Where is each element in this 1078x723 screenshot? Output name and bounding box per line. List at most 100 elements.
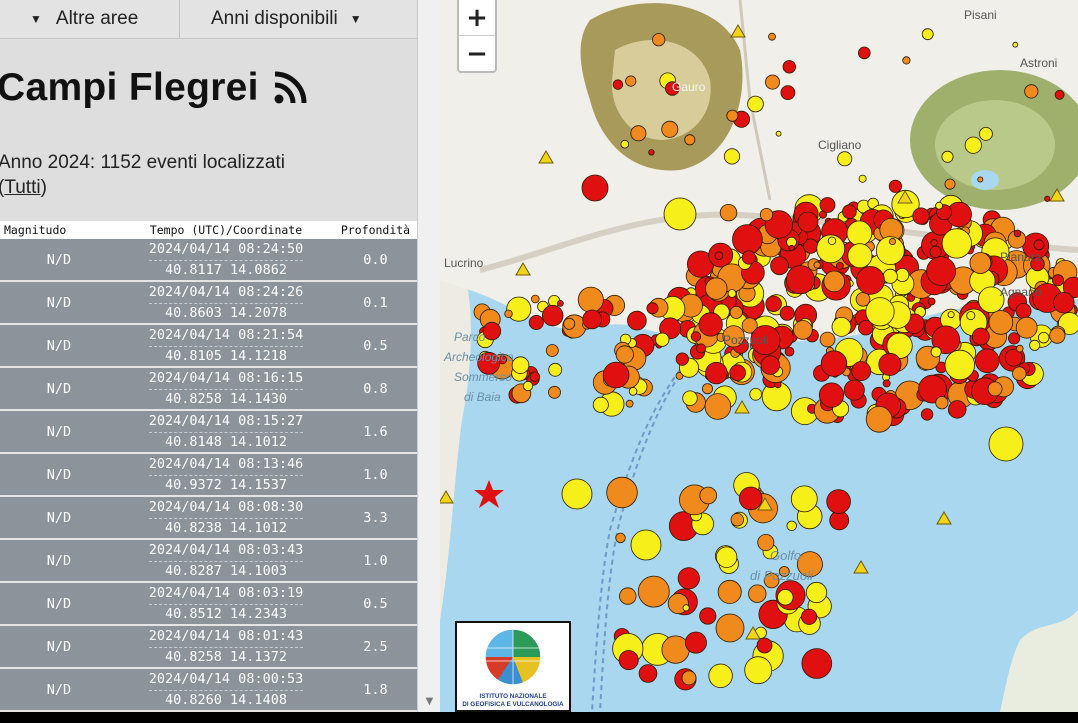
seismic-event-marker[interactable] bbox=[717, 579, 742, 604]
seismic-event-marker[interactable] bbox=[648, 149, 655, 156]
seismic-event-marker[interactable] bbox=[1013, 229, 1022, 238]
seismic-event-marker[interactable] bbox=[541, 304, 564, 327]
table-row[interactable]: N/D 2024/04/14 08:01:43 40.8258 14.1372 2.5 bbox=[0, 626, 417, 669]
seismic-event-marker[interactable] bbox=[1038, 332, 1050, 344]
seismic-event-marker[interactable] bbox=[627, 310, 647, 331]
seismic-station-icon[interactable] bbox=[734, 400, 750, 414]
seismic-event-marker[interactable] bbox=[744, 656, 773, 685]
seismic-event-marker[interactable] bbox=[851, 361, 872, 382]
seismic-event-marker[interactable] bbox=[865, 405, 893, 433]
seismic-event-marker[interactable] bbox=[529, 371, 541, 382]
seismic-event-marker[interactable] bbox=[882, 379, 891, 388]
zoom-in-button[interactable]: + bbox=[459, 0, 495, 36]
table-row[interactable]: N/D 2024/04/14 08:08:30 40.8238 14.1012 3.3 bbox=[0, 497, 417, 540]
seismic-event-marker[interactable] bbox=[944, 349, 976, 381]
seismic-event-marker[interactable] bbox=[528, 314, 544, 330]
seismic-event-marker[interactable] bbox=[548, 362, 563, 377]
seismic-event-marker[interactable] bbox=[823, 270, 846, 293]
seismic-event-marker[interactable] bbox=[1015, 316, 1038, 339]
seismic-event-marker[interactable] bbox=[577, 286, 604, 313]
rss-feed-icon[interactable] bbox=[273, 71, 307, 105]
seismic-event-marker[interactable] bbox=[966, 311, 976, 321]
seismic-event-marker[interactable] bbox=[531, 294, 540, 304]
seismic-event-marker[interactable] bbox=[545, 344, 559, 357]
seismic-event-marker[interactable] bbox=[699, 486, 718, 505]
seismic-event-marker[interactable] bbox=[1015, 302, 1032, 319]
seismic-event-marker[interactable] bbox=[948, 400, 967, 419]
seismic-event-marker[interactable] bbox=[777, 589, 794, 606]
seismic-event-marker[interactable] bbox=[842, 204, 857, 220]
seismic-event-marker[interactable] bbox=[625, 75, 637, 87]
seismic-event-marker[interactable] bbox=[741, 250, 756, 265]
seismic-event-marker[interactable] bbox=[620, 139, 630, 149]
seismic-event-marker[interactable] bbox=[682, 390, 698, 406]
seismic-event-marker[interactable] bbox=[504, 309, 513, 318]
table-row[interactable]: N/D 2024/04/14 08:03:43 40.8287 14.1003 1.0 bbox=[0, 540, 417, 583]
seismic-event-marker[interactable] bbox=[684, 631, 707, 654]
seismic-event-marker[interactable] bbox=[788, 244, 795, 252]
seismic-event-marker[interactable] bbox=[522, 380, 534, 392]
seismic-event-marker[interactable] bbox=[548, 385, 561, 399]
seismic-event-marker[interactable] bbox=[602, 361, 630, 389]
seismic-event-marker[interactable] bbox=[1012, 366, 1027, 381]
seismic-event-marker[interactable] bbox=[705, 277, 728, 300]
seismic-event-marker[interactable] bbox=[756, 637, 773, 654]
seismic-event-marker[interactable] bbox=[964, 136, 982, 154]
seismic-event-marker[interactable] bbox=[749, 387, 763, 401]
seismic-event-marker[interactable] bbox=[677, 567, 700, 590]
seismic-event-marker[interactable] bbox=[652, 33, 666, 47]
seismic-event-marker[interactable] bbox=[684, 134, 696, 146]
seismic-event-marker[interactable] bbox=[988, 426, 1024, 462]
seismic-event-marker[interactable] bbox=[820, 350, 848, 377]
zoom-out-button[interactable]: − bbox=[459, 36, 495, 71]
table-row[interactable]: N/D 2024/04/14 08:16:15 40.8258 14.1430 0.8 bbox=[0, 368, 417, 411]
seismic-event-marker[interactable] bbox=[969, 252, 992, 274]
seismic-event-marker[interactable] bbox=[843, 379, 865, 401]
panel-scrollbar[interactable]: ▼ bbox=[417, 0, 440, 712]
seismic-event-marker[interactable] bbox=[765, 295, 782, 313]
seismic-event-marker[interactable] bbox=[557, 299, 564, 307]
table-row[interactable]: N/D 2024/04/14 08:03:19 40.8512 14.2343 0.5 bbox=[0, 583, 417, 626]
seismic-event-marker[interactable] bbox=[797, 211, 819, 233]
table-row[interactable]: N/D 2024/04/14 08:24:26 40.8603 14.2078 0.1 bbox=[0, 282, 417, 325]
seismic-event-marker[interactable] bbox=[941, 228, 972, 259]
earthquake-map[interactable]: Pisani Astroni Gauro Cigliano Lucrino Po… bbox=[440, 0, 1078, 712]
seismic-event-marker[interactable] bbox=[690, 331, 702, 342]
seismic-event-marker[interactable] bbox=[628, 387, 638, 396]
seismic-event-marker[interactable] bbox=[764, 74, 780, 90]
seismic-event-marker[interactable] bbox=[882, 268, 898, 284]
seismic-event-marker[interactable] bbox=[801, 648, 833, 679]
seismic-event-marker[interactable] bbox=[857, 46, 871, 60]
seismic-event-marker[interactable] bbox=[768, 32, 776, 41]
seismic-event-marker[interactable] bbox=[747, 95, 764, 113]
seismic-event-marker[interactable] bbox=[921, 28, 934, 41]
seismic-event-marker[interactable] bbox=[715, 613, 745, 643]
seismic-event-marker[interactable] bbox=[661, 635, 690, 664]
table-row[interactable]: N/D 2024/04/14 08:15:27 40.8148 14.1012 1.6 bbox=[0, 411, 417, 454]
seismic-event-marker[interactable] bbox=[826, 489, 851, 514]
seismic-event-marker[interactable] bbox=[847, 243, 873, 269]
seismic-event-marker[interactable] bbox=[1015, 344, 1024, 353]
seismic-event-marker[interactable] bbox=[726, 109, 739, 122]
seismic-event-marker[interactable] bbox=[813, 261, 821, 269]
seismic-event-marker[interactable] bbox=[619, 587, 637, 605]
seismic-event-marker[interactable] bbox=[561, 478, 593, 510]
seismic-event-marker[interactable] bbox=[927, 297, 936, 306]
seismic-event-marker[interactable] bbox=[941, 150, 954, 163]
seismic-event-marker[interactable] bbox=[1029, 339, 1041, 351]
seismic-event-marker[interactable] bbox=[563, 317, 576, 330]
seismic-event-marker[interactable] bbox=[935, 396, 949, 410]
seismic-event-marker[interactable] bbox=[912, 207, 930, 225]
seismic-event-marker[interactable] bbox=[1012, 41, 1019, 48]
seismic-event-marker[interactable] bbox=[819, 331, 836, 348]
scroll-down-arrow-icon[interactable]: ▼ bbox=[423, 693, 436, 708]
seismic-event-marker[interactable] bbox=[675, 352, 689, 366]
seismic-event-marker[interactable] bbox=[748, 584, 767, 603]
seismic-event-marker[interactable] bbox=[888, 179, 902, 193]
seismic-event-marker[interactable] bbox=[482, 321, 502, 341]
seismic-event-marker[interactable] bbox=[663, 197, 697, 231]
map-canvas[interactable] bbox=[440, 0, 1078, 712]
seismic-event-marker[interactable] bbox=[819, 197, 836, 213]
seismic-event-marker[interactable] bbox=[902, 56, 911, 65]
seismic-event-marker[interactable] bbox=[1044, 195, 1051, 202]
